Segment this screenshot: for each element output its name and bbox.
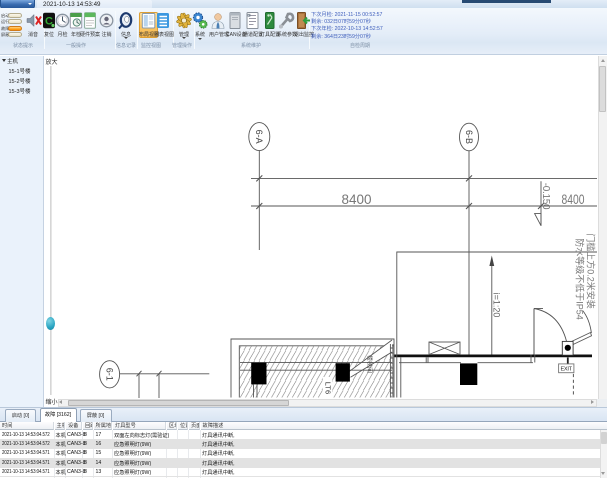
svg-text:8400: 8400 [342, 191, 372, 207]
svg-text:6-B: 6-B [464, 130, 474, 144]
svg-text:LT6: LT6 [323, 382, 332, 394]
svg-text:楼梯间: 楼梯间 [366, 355, 374, 373]
svg-text:8400: 8400 [562, 191, 585, 207]
svg-text:6-A: 6-A [254, 130, 264, 144]
svg-text:6-1: 6-1 [105, 368, 115, 381]
svg-text:EXIT: EXIT [561, 367, 573, 373]
svg-text:-0.150: -0.150 [540, 183, 551, 210]
svg-text:门槛上方0.2米安装: 门槛上方0.2米安装 [586, 233, 597, 309]
svg-text:防水等级不低于IP54: 防水等级不低于IP54 [575, 238, 586, 320]
svg-text:i=1:20: i=1:20 [492, 293, 502, 318]
